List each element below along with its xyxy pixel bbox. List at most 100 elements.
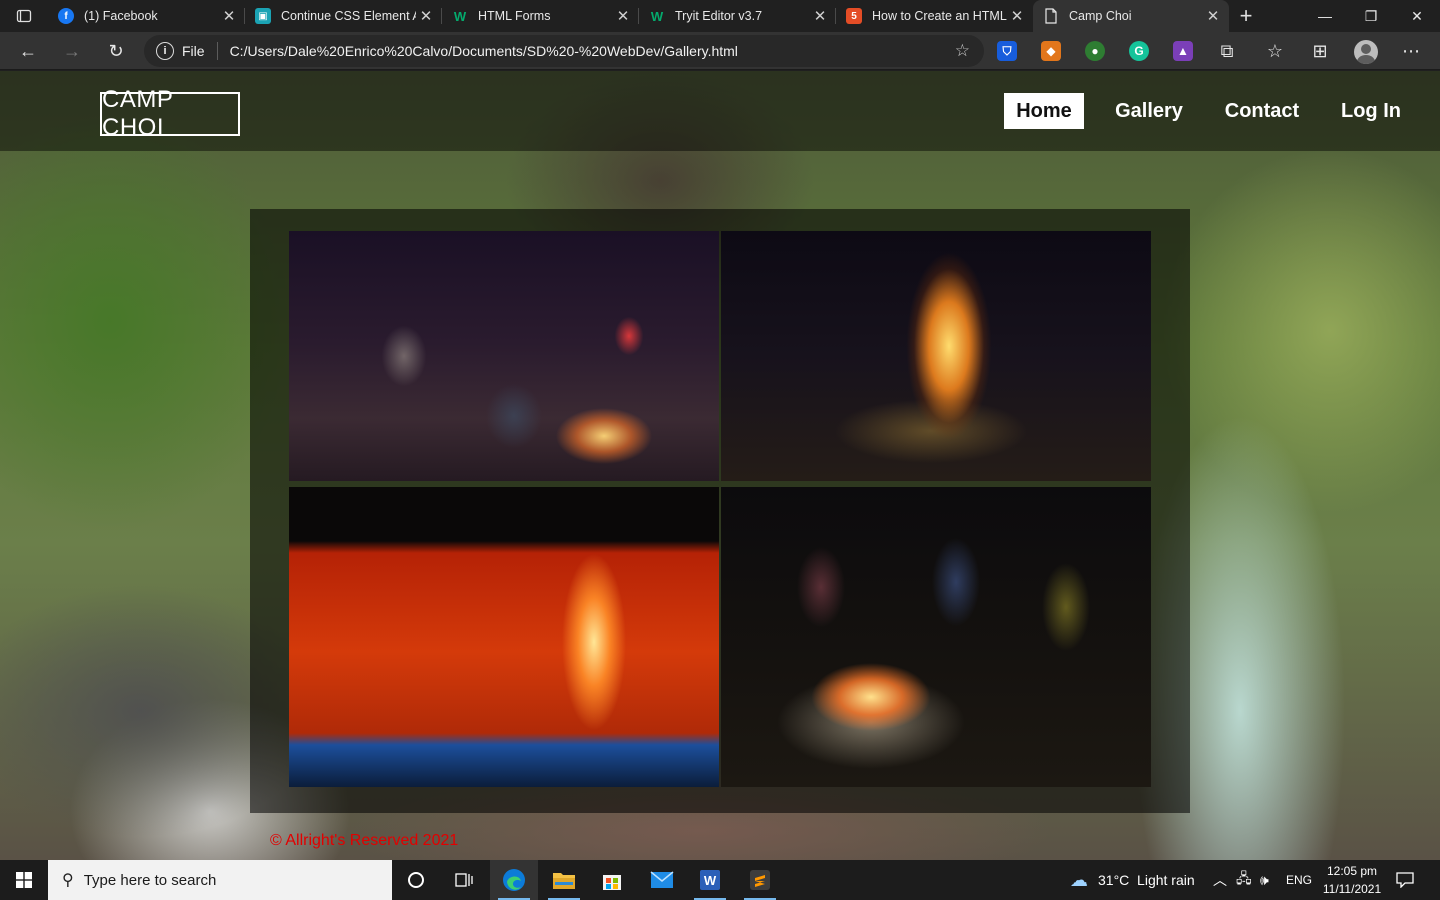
favorites-icon: ☆: [1266, 40, 1284, 61]
tab-css-element[interactable]: ▣ Continue CSS Element A ✕: [245, 0, 442, 32]
new-tab-button[interactable]: +: [1232, 0, 1260, 32]
tab-html-forms[interactable]: W HTML Forms ✕: [442, 0, 639, 32]
bitwarden-icon[interactable]: ⛉: [997, 41, 1017, 61]
nav-home[interactable]: Home: [1004, 93, 1084, 129]
address-scheme: File: [182, 43, 205, 59]
gallery-photo-campfire-group[interactable]: [289, 231, 719, 481]
tab-title: Tryit Editor v3.7: [675, 9, 763, 23]
tab-tryit-editor[interactable]: W Tryit Editor v3.7 ✕: [639, 0, 836, 32]
address-divider: [216, 42, 218, 60]
gallery-photo-campfire-couple[interactable]: [721, 487, 1151, 787]
taskbar-store[interactable]: [588, 860, 636, 900]
tab-title: How to Create an HTML: [872, 9, 1007, 23]
collections-button[interactable]: ⊞: [1305, 36, 1335, 66]
profile-avatar[interactable]: [1354, 40, 1378, 64]
nav-gallery[interactable]: Gallery: [1105, 93, 1193, 129]
notification-icon: [1396, 872, 1414, 888]
folder-icon: [553, 873, 575, 889]
refresh-button[interactable]: ↻: [101, 36, 131, 66]
forward-button[interactable]: →: [57, 36, 87, 66]
input-language[interactable]: ENG: [1286, 860, 1312, 900]
plus-icon: +: [1239, 3, 1253, 28]
back-button[interactable]: ←: [13, 36, 43, 66]
address-bar[interactable]: i File C:/Users/Dale%20Enrico%20Calvo/Do…: [144, 35, 984, 67]
start-button[interactable]: [0, 860, 48, 900]
refresh-icon: ↻: [108, 40, 124, 61]
tab-title: HTML Forms: [478, 9, 551, 23]
close-tab-icon[interactable]: ✕: [613, 7, 633, 25]
close-icon: ✕: [1411, 7, 1423, 24]
close-window-button[interactable]: ✕: [1394, 0, 1440, 32]
favorites-button[interactable]: ☆: [1260, 36, 1290, 66]
nav-login[interactable]: Log In: [1330, 93, 1412, 129]
footer-copyright: © Allright's Reserved 2021: [270, 832, 459, 849]
minimize-button[interactable]: —: [1302, 0, 1348, 32]
clock-date: 11/11/2021: [1322, 882, 1382, 896]
volume-control[interactable]: 🕪: [1260, 860, 1269, 900]
settings-menu-button[interactable]: ⋯: [1396, 36, 1426, 66]
word-icon: W: [700, 870, 720, 890]
tab-actions-icon: [16, 9, 32, 23]
tab-title: Camp Choi: [1069, 9, 1132, 23]
restore-icon: ❐: [1364, 7, 1378, 24]
chevron-up-icon: ︿: [1213, 872, 1227, 888]
weather-widget[interactable]: ☁ 31°C Light rain: [1070, 860, 1195, 900]
taskbar-search[interactable]: ⚲ Type here to search: [48, 860, 392, 900]
close-tab-icon[interactable]: ✕: [1203, 7, 1223, 25]
task-view-icon: [455, 873, 473, 887]
add-favorite-icon[interactable]: ☆: [955, 41, 970, 61]
site-header: CAMP CHOI Home Gallery Contact Log In: [0, 71, 1440, 151]
close-tab-icon[interactable]: ✕: [416, 7, 436, 25]
svg-text:W: W: [704, 873, 717, 888]
close-tab-icon[interactable]: ✕: [219, 7, 239, 25]
taskbar-file-explorer[interactable]: [540, 860, 588, 900]
speaker-icon: 🕪: [1260, 871, 1269, 888]
gallery-photo-bonfire[interactable]: [721, 231, 1151, 481]
tab-actions-button[interactable]: [0, 0, 48, 32]
nav-contact[interactable]: Contact: [1214, 93, 1310, 129]
network-status[interactable]: 🖧: [1236, 860, 1252, 900]
store-icon: [603, 875, 621, 890]
sublime-icon: [750, 870, 770, 890]
cloud-rain-icon: ☁: [1070, 869, 1088, 890]
tab-camp-choi[interactable]: Camp Choi ✕: [1033, 0, 1229, 32]
close-tab-icon[interactable]: ✕: [810, 7, 830, 25]
taskbar-edge[interactable]: [490, 860, 538, 900]
collections-icon: ⊞: [1312, 40, 1328, 61]
grammarly-icon[interactable]: G: [1129, 41, 1149, 61]
taskbar-word[interactable]: W: [686, 860, 734, 900]
search-placeholder: Type here to search: [83, 871, 217, 889]
classroom-icon: ▣: [255, 8, 271, 24]
address-url[interactable]: C:/Users/Dale%20Enrico%20Calvo/Documents…: [230, 43, 738, 59]
more-icon: ⋯: [1402, 40, 1420, 61]
taskbar-mail[interactable]: [638, 860, 686, 900]
clock-time: 12:05 pm: [1326, 864, 1378, 878]
windows-icon: [16, 872, 32, 888]
taskbar-sublime[interactable]: [736, 860, 784, 900]
notifications-button[interactable]: [1396, 860, 1414, 900]
site-logo[interactable]: CAMP CHOI: [100, 86, 240, 141]
extension-wizard-icon[interactable]: ▲: [1173, 41, 1193, 61]
restore-button[interactable]: ❐: [1348, 0, 1394, 32]
gallery-photo-tent[interactable]: [289, 487, 719, 787]
browser-toolbar: ← → ↻ i File C:/Users/Dale%20Enrico%20Ca…: [0, 32, 1440, 70]
extension-globe-icon[interactable]: ●: [1085, 41, 1105, 61]
arrow-left-icon: ←: [19, 40, 37, 61]
puzzle-icon: ⧉: [1220, 40, 1234, 61]
show-hidden-icons[interactable]: ︿: [1213, 860, 1227, 900]
extensions-button[interactable]: ⧉: [1212, 36, 1242, 66]
tab-create-html[interactable]: 5 How to Create an HTML ✕: [836, 0, 1033, 32]
tab-facebook[interactable]: f (1) Facebook ✕: [48, 0, 245, 32]
task-view-button[interactable]: [440, 860, 488, 900]
info-icon[interactable]: i: [156, 42, 174, 60]
metamask-icon[interactable]: ◆: [1041, 41, 1061, 61]
cortana-button[interactable]: [392, 860, 440, 900]
close-tab-icon[interactable]: ✕: [1007, 7, 1027, 25]
w3schools-icon: W: [650, 8, 664, 24]
taskbar: ⚲ Type here to search W ☁ 31°C Light rai…: [0, 860, 1440, 900]
system-clock[interactable]: 12:05 pm 11/11/2021: [1318, 862, 1386, 898]
search-icon: ⚲: [62, 872, 74, 889]
cortana-icon: [408, 872, 424, 888]
facebook-icon: f: [58, 8, 74, 24]
minimize-icon: —: [1318, 8, 1332, 24]
